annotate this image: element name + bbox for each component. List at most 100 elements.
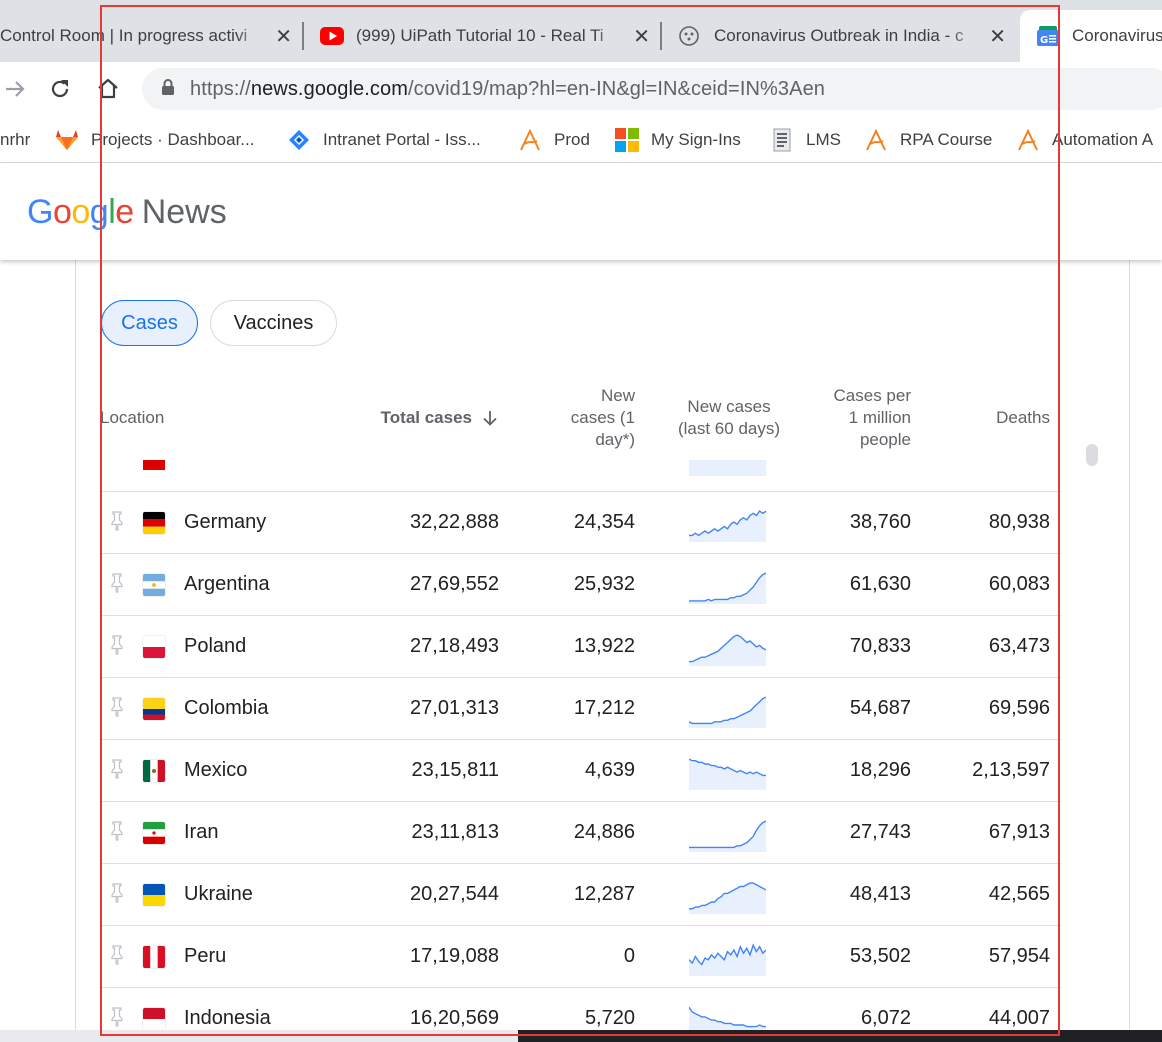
bookmark-projects-dashboard[interactable]: Projects · Dashboar... [55, 124, 254, 156]
pin-icon[interactable] [110, 759, 124, 785]
url-host: news.google.com [250, 77, 408, 100]
table-row[interactable]: Argentina 27,69,552 25,932 61,630 60,083 [100, 553, 1061, 616]
column-header-deaths[interactable]: Deaths [950, 407, 1050, 429]
youtube-icon [320, 27, 344, 45]
google-news-logo[interactable]: Google News [27, 193, 227, 232]
cases-filter-chip[interactable]: Cases [101, 300, 198, 346]
column-header-location[interactable]: Location [100, 407, 164, 429]
table-row[interactable]: Mexico 23,15,811 4,639 18,296 2,13,597 [100, 739, 1061, 802]
bookmark-label: My Sign-Ins [651, 130, 741, 149]
bookmark-automation[interactable]: Automation A [1016, 124, 1153, 156]
browser-toolbar: https://news.google.com/covid19/map?hl=e… [0, 62, 1162, 118]
location-name[interactable]: Argentina [184, 573, 270, 596]
forward-button[interactable] [0, 74, 30, 104]
table-row[interactable]: Germany 32,22,888 24,354 38,760 80,938 [100, 491, 1061, 554]
pin-icon[interactable] [110, 883, 124, 909]
address-bar[interactable]: https://news.google.com/covid19/map?hl=e… [142, 68, 1162, 110]
google-logo-text: Google [27, 193, 134, 231]
table-row[interactable]: Peru 17,19,088 0 53,502 57,954 [100, 925, 1061, 988]
pin-icon[interactable] [110, 697, 124, 723]
location-name[interactable]: Mexico [184, 759, 247, 782]
bookmark-label: nrhr [0, 130, 31, 149]
vaccines-filter-chip[interactable]: Vaccines [210, 300, 337, 346]
bookmark-my-sign-ins[interactable]: My Sign-Ins [615, 124, 741, 156]
total-cases-cell: 16,20,569 [410, 1007, 499, 1029]
cases-per-million-cell: 27,743 [849, 821, 911, 843]
sort-down-arrow-icon [483, 411, 497, 426]
sparkline-new-cases-60-days [689, 696, 766, 728]
location-name[interactable]: Colombia [184, 697, 268, 720]
bookmarks-bar: nrhr Projects · Dashboar... Intranet Por… [0, 118, 1162, 163]
new-cases-cell: 24,354 [573, 511, 635, 533]
table-body: Germany 32,22,888 24,354 38,760 80,938 Argent… [100, 460, 1061, 1042]
close-icon[interactable]: ✕ [275, 24, 292, 49]
document-icon [770, 128, 794, 152]
total-cases-cell: 23,11,813 [411, 821, 500, 843]
sparkline-new-cases-60-days [689, 943, 766, 976]
chip-label: Cases [121, 311, 178, 334]
column-header-cases-per-million[interactable]: Cases per 1 million people [800, 385, 911, 451]
table-row[interactable]: Poland 27,18,493 13,922 70,833 63,473 [100, 615, 1061, 678]
automation-anywhere-icon [1016, 128, 1040, 152]
bookmark-lms[interactable]: LMS [770, 124, 841, 156]
table-row[interactable]: Colombia 27,01,313 17,212 54,687 69,596 [100, 677, 1061, 740]
tab-uipath-tutorial[interactable]: (999) UiPath Tutorial 10 - Real Ti ✕ [320, 10, 658, 62]
lock-icon[interactable] [160, 78, 176, 101]
total-cases-cell: 27,69,552 [410, 573, 499, 595]
column-header-total-cases[interactable]: Total cases [360, 407, 499, 429]
bookmark-prod[interactable]: Prod [518, 124, 590, 156]
virus-icon [678, 25, 700, 47]
close-icon[interactable]: ✕ [989, 24, 1006, 49]
cases-per-million-cell: 53,502 [849, 945, 911, 967]
scrollbar-thumb[interactable] [1086, 444, 1098, 466]
cases-per-million-cell: 48,413 [849, 883, 911, 905]
location-name[interactable]: Ukraine [184, 883, 253, 906]
location-name[interactable]: Indonesia [184, 1007, 271, 1030]
location-name[interactable]: Germany [184, 511, 266, 534]
argentina-flag [143, 574, 165, 596]
colombia-flag [143, 698, 165, 720]
column-header-new-cases[interactable]: New cases (1 day*) [540, 385, 635, 451]
svg-text:G: G [1040, 35, 1048, 46]
location-name[interactable]: Peru [184, 945, 226, 968]
pin-icon[interactable] [110, 945, 124, 971]
deaths-cell: 69,596 [988, 697, 1050, 719]
sparkline-area [689, 759, 766, 790]
new-cases-cell: 17,212 [573, 697, 635, 719]
news-logo-text: News [141, 193, 227, 231]
column-header-new-cases-60-days[interactable]: New cases (last 60 days) [655, 396, 803, 440]
tab-separator [660, 22, 662, 50]
ukraine-flag [143, 884, 165, 906]
reload-button[interactable] [45, 74, 75, 104]
close-icon[interactable]: ✕ [633, 24, 650, 49]
new-cases-cell: 4,639 [584, 759, 635, 781]
deaths-cell: 42,565 [988, 883, 1050, 905]
pin-icon[interactable] [110, 635, 124, 661]
tab-coronavirus-google-news[interactable]: G Coronavirus [1020, 10, 1162, 62]
bookmark-nrhr[interactable]: nrhr [0, 124, 30, 156]
pin-icon[interactable] [110, 821, 124, 847]
sparkline-new-cases-60-days [689, 758, 766, 790]
automation-anywhere-icon [864, 128, 888, 152]
bookmark-rpa-course[interactable]: RPA Course [864, 124, 992, 156]
new-cases-cell: 0 [623, 945, 635, 967]
germany-flag [143, 512, 165, 534]
tab-coronavirus-india[interactable]: Coronavirus Outbreak in India - c ✕ [678, 10, 1014, 62]
location-name[interactable]: Poland [184, 635, 246, 658]
new-cases-cell: 13,922 [573, 635, 635, 657]
bookmark-intranet-portal[interactable]: Intranet Portal - Iss... [287, 124, 481, 156]
sparkline-area [689, 511, 766, 542]
tab-control-room[interactable]: Control Room | In progress activi ✕ [0, 10, 300, 62]
pin-icon[interactable] [110, 573, 124, 599]
automation-anywhere-icon [518, 128, 542, 152]
pin-icon[interactable] [110, 511, 124, 537]
microsoft-icon [615, 128, 639, 152]
total-cases-cell: 23,15,811 [411, 759, 500, 781]
home-button[interactable] [93, 74, 123, 104]
table-row[interactable]: Iran 23,11,813 24,886 27,743 67,913 [100, 801, 1061, 864]
cases-per-million-cell: 38,760 [849, 511, 911, 533]
location-name[interactable]: Iran [184, 821, 218, 844]
table-row[interactable]: Ukraine 20,27,544 12,287 48,413 42,565 [100, 863, 1061, 926]
bookmark-label: LMS [806, 130, 841, 149]
deaths-cell: 44,007 [988, 1007, 1050, 1029]
